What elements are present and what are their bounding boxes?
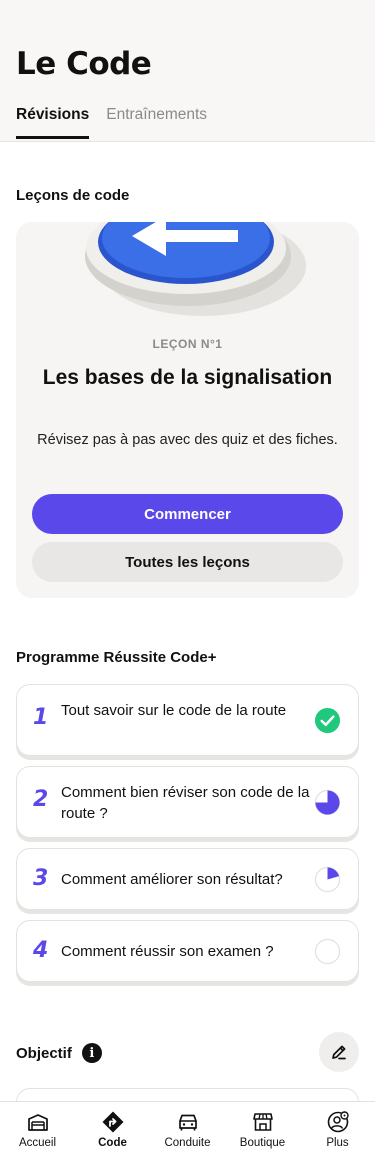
start-button[interactable]: Commencer: [32, 494, 343, 534]
lesson-kicker: LEÇON N°1: [152, 337, 223, 351]
programme-item-number: 3: [33, 866, 49, 891]
programme-item-label: Tout savoir sur le code de la route: [61, 702, 287, 719]
programme-item-label: Comment réussir son examen ?: [61, 943, 274, 960]
tabbar-item-plus[interactable]: Plus: [300, 1102, 375, 1158]
programme-item-number: 2: [33, 787, 49, 812]
tab-revisions[interactable]: Révisions: [16, 106, 90, 139]
info-icon[interactable]: i: [81, 1043, 102, 1063]
garage-icon: [27, 1114, 48, 1131]
programme-item-label: Comment améliorer son résultat?: [61, 871, 283, 888]
tabbar-label: Plus: [326, 1137, 349, 1149]
tabbar-item-accueil[interactable]: Accueil: [0, 1102, 75, 1158]
progress-pie-icon: [314, 789, 341, 816]
header: Le Code Révisions Entraînements: [0, 0, 375, 142]
tabbar-item-conduite[interactable]: Conduite: [150, 1102, 225, 1158]
programme-item[interactable]: 3 Comment améliorer son résultat?: [16, 848, 359, 910]
tabs: Révisions Entraînements: [16, 106, 207, 139]
tabbar-label: Accueil: [18, 1137, 57, 1149]
programme-item[interactable]: 4 Comment réussir son examen ?: [16, 920, 359, 982]
car-icon: [178, 1114, 197, 1131]
road-sign-arrow-left-icon: [85, 222, 306, 316]
programme-item-label: Comment bien réviser son code de la rout…: [61, 784, 310, 822]
bottom-tab-bar: Accueil Code Conduite Boutique Plus: [0, 1101, 375, 1158]
lessons-section-title: Leçons de code: [16, 187, 130, 204]
tabbar-item-code[interactable]: Code: [75, 1102, 150, 1158]
shop-icon: [252, 1113, 273, 1131]
programme-section-title: Programme Réussite Code+: [16, 649, 217, 666]
programme-item[interactable]: 2 Comment bien réviser son code de la ro…: [16, 766, 359, 838]
tab-entrainements[interactable]: Entraînements: [106, 106, 207, 138]
all-lessons-button[interactable]: Toutes les leçons: [32, 542, 343, 582]
tabbar-label: Conduite: [164, 1137, 211, 1149]
check-circle-icon: [314, 707, 341, 734]
lesson-title: Les bases de la signalisation: [42, 366, 333, 389]
objectif-label: Objectif: [16, 1044, 72, 1062]
tabbar-label: Boutique: [239, 1137, 286, 1149]
edit-objectif-button[interactable]: [319, 1032, 359, 1072]
user-settings-icon: [327, 1111, 349, 1133]
lesson-description: Révisez pas à pas avec des quiz et des f…: [37, 432, 338, 448]
pencil-icon: [332, 1045, 346, 1060]
programme-item[interactable]: 1 Tout savoir sur le code de la route: [16, 684, 359, 756]
tabbar-label: Code: [98, 1137, 127, 1149]
tabbar-item-boutique[interactable]: Boutique: [225, 1102, 300, 1158]
road-sign-icon: [102, 1111, 123, 1133]
objectif-title: Objectif i: [16, 1043, 102, 1063]
lesson-card[interactable]: LEÇON N°1 Les bases de la signalisation …: [16, 222, 359, 598]
progress-pie-icon: [314, 866, 341, 893]
programme-item-number: 4: [33, 938, 49, 963]
page-title: Le Code: [16, 46, 152, 82]
progress-empty-icon: [314, 938, 341, 965]
programme-item-number: 1: [33, 705, 49, 730]
